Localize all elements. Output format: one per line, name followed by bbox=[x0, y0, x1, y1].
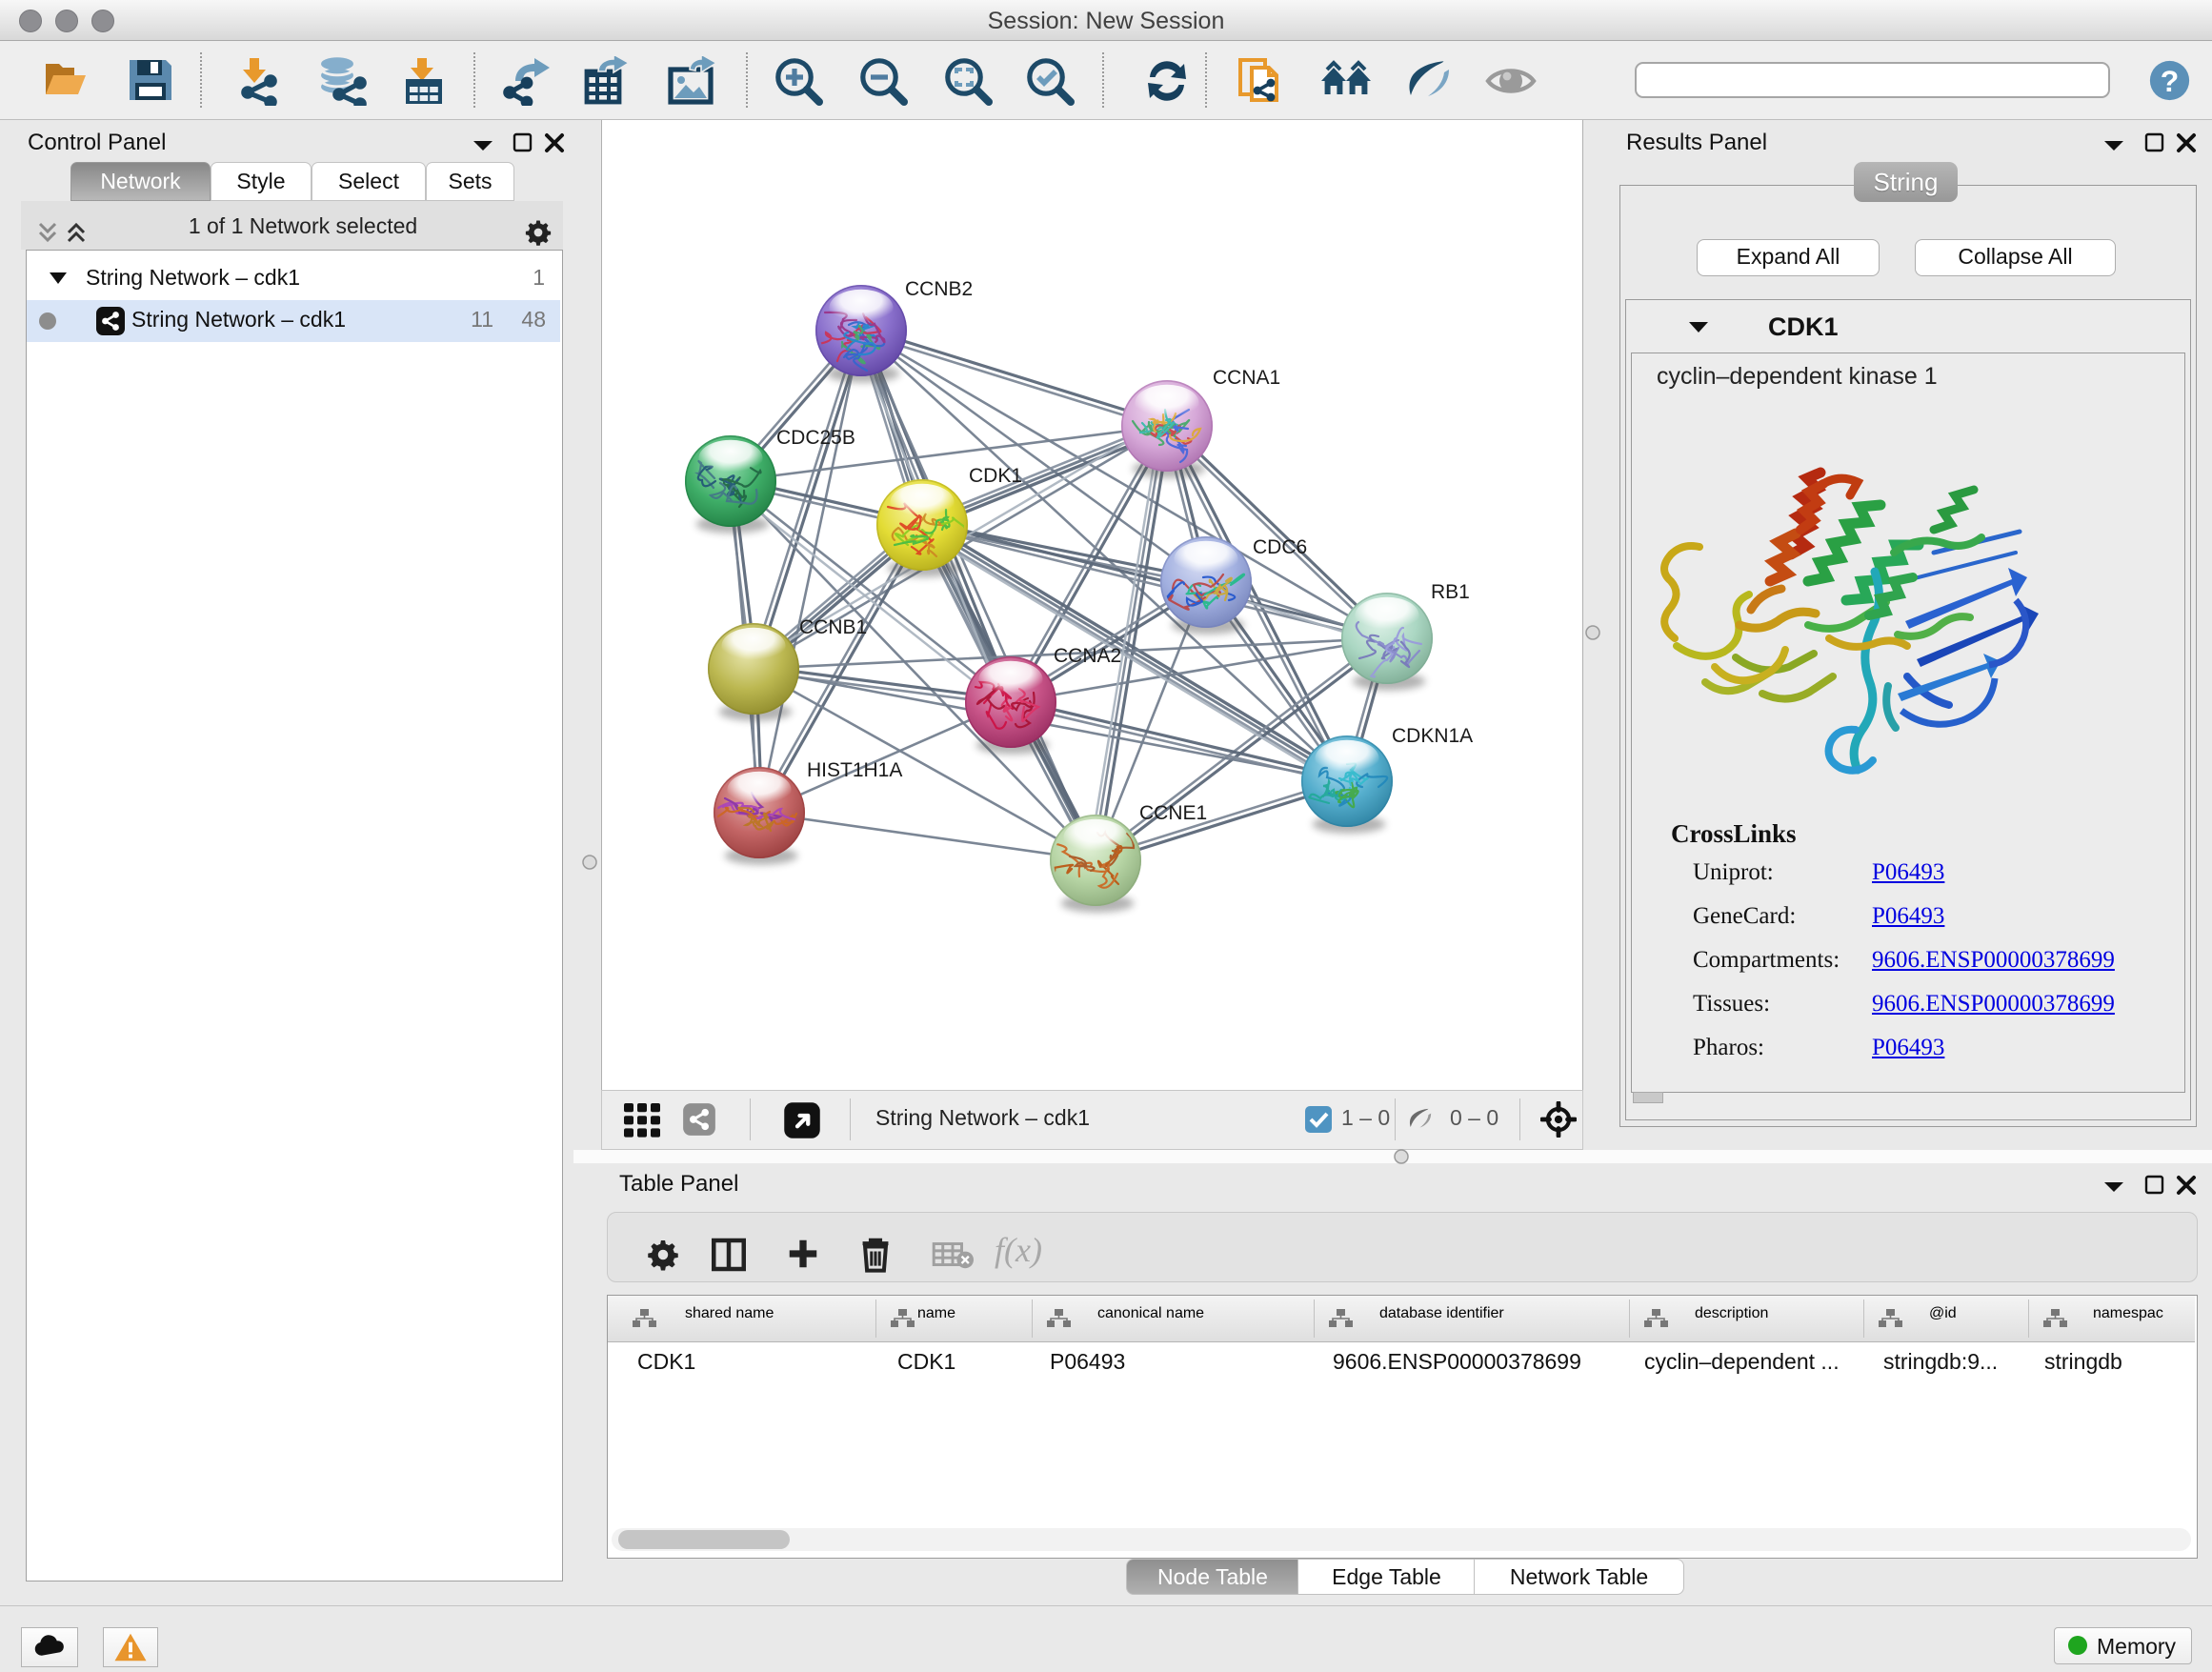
svg-text:CCNB1: CCNB1 bbox=[799, 616, 867, 638]
svg-text:?: ? bbox=[2161, 64, 2179, 98]
svg-text:HIST1H1A: HIST1H1A bbox=[807, 759, 902, 781]
svg-text:CCNA1: CCNA1 bbox=[1213, 367, 1280, 389]
svg-text:CDK1: CDK1 bbox=[969, 465, 1022, 487]
svg-text:CCNE1: CCNE1 bbox=[1139, 802, 1207, 824]
svg-text:CCNB2: CCNB2 bbox=[905, 278, 973, 300]
svg-text:CDC6: CDC6 bbox=[1253, 536, 1307, 558]
svg-text:RB1: RB1 bbox=[1431, 581, 1470, 603]
svg-text:CDC25B: CDC25B bbox=[776, 427, 855, 449]
svg-text:CCNA2: CCNA2 bbox=[1054, 645, 1121, 667]
svg-text:CDKN1A: CDKN1A bbox=[1392, 725, 1473, 747]
